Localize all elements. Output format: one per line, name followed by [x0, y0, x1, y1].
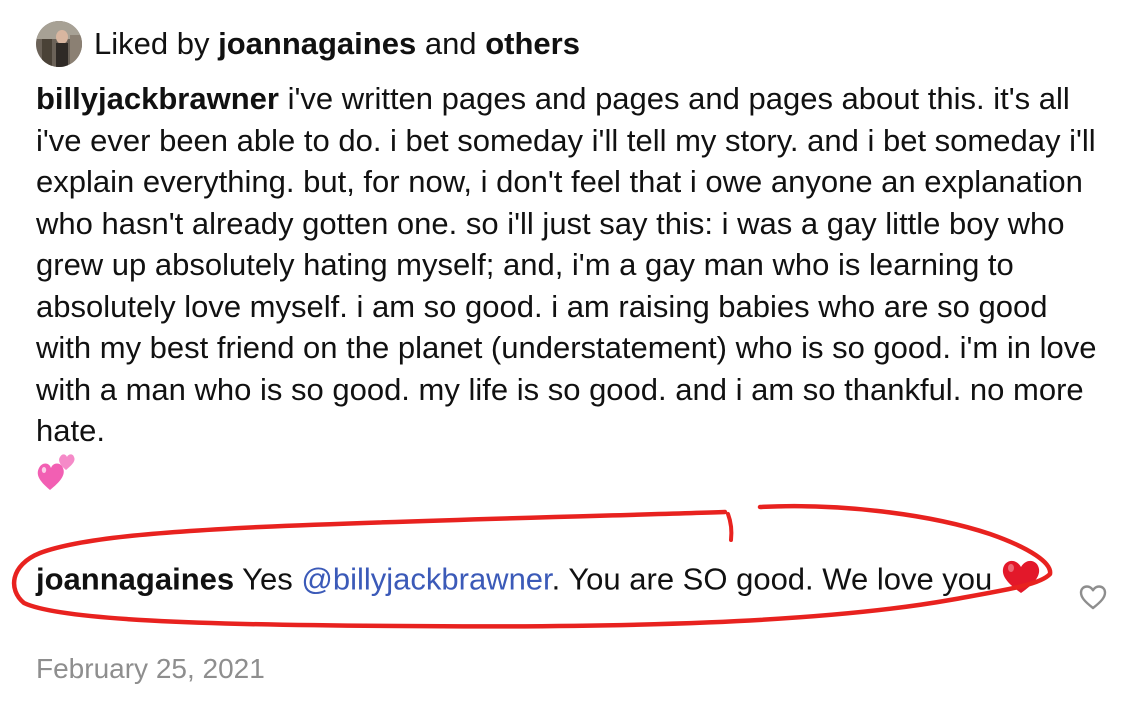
two-hearts-emoji [36, 452, 80, 503]
liked-by-prefix: Liked by [94, 26, 210, 61]
reply-mention-link[interactable]: @billyjackbrawner [301, 561, 551, 596]
liked-by-text: Liked by joannagaines and others [94, 26, 580, 62]
caption-text: i've written pages and pages and pages a… [36, 81, 1097, 448]
red-heart-emoji [1001, 557, 1041, 606]
reply-comment: joannagaines Yes @billyjackbrawner. You … [36, 557, 1046, 606]
heart-outline-icon[interactable] [1078, 582, 1108, 612]
post-caption: billyjackbrawner i've written pages and … [36, 78, 1106, 502]
reply-post-text: . You are SO good. We love you [551, 561, 993, 597]
avatar[interactable] [36, 21, 82, 67]
post-date: February 25, 2021 [36, 653, 265, 684]
reply-pre-text: Yes [242, 561, 293, 597]
liked-by-user-link[interactable]: joannagaines [218, 26, 416, 61]
reply-username[interactable]: joannagaines [36, 561, 234, 596]
liked-by-row[interactable]: Liked by joannagaines and others [36, 20, 580, 68]
liked-by-others-link[interactable]: others [485, 26, 580, 61]
caption-username[interactable]: billyjackbrawner [36, 81, 279, 116]
liked-by-joiner: and [424, 26, 477, 61]
